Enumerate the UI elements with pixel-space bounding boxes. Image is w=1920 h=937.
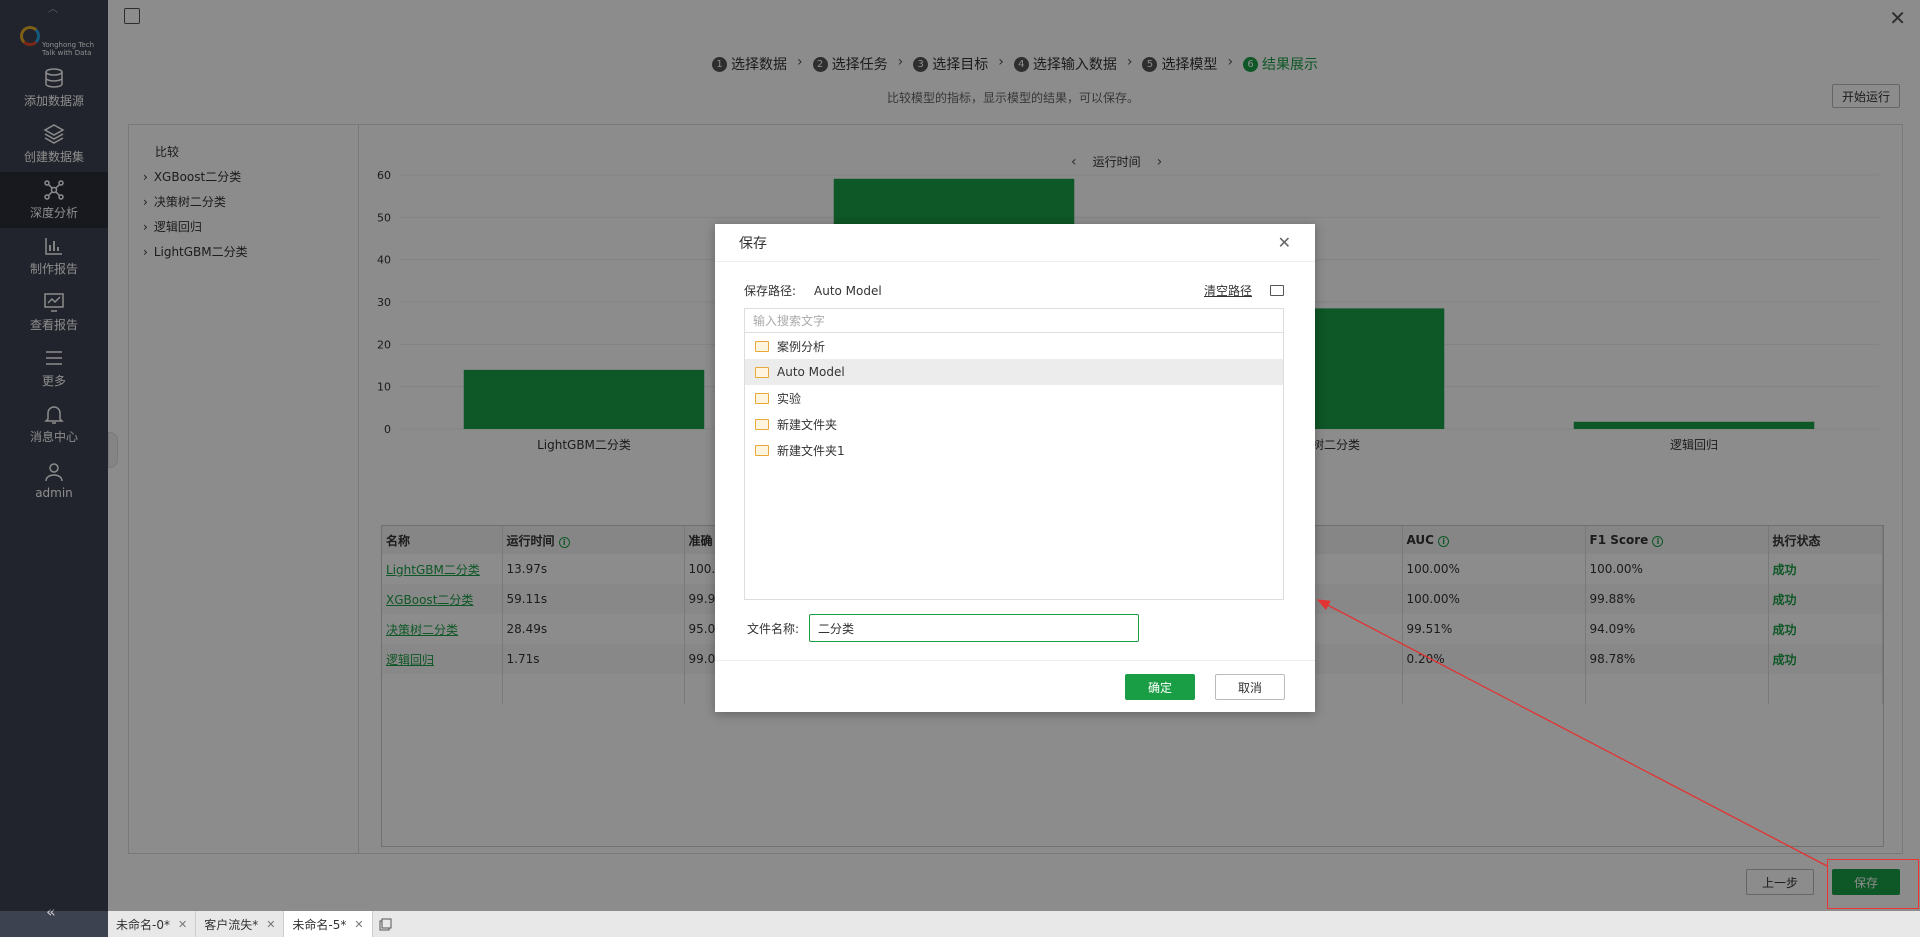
save-dialog: 保存 ✕ 保存路径: Auto Model 清空路径 输入搜索文字 案例分析 Au…	[715, 224, 1315, 712]
copy-tab-icon[interactable]	[373, 911, 399, 937]
dialog-footer: 确定 取消	[715, 660, 1315, 712]
cancel-button[interactable]: 取消	[1215, 674, 1285, 700]
folder-list: 输入搜索文字 案例分析 Auto Model 实验 新建文件夹 新建文件夹1	[744, 308, 1284, 600]
folder-icon	[755, 392, 769, 404]
annotation-highlight-box	[1827, 859, 1919, 909]
doc-tab[interactable]: 未命名-0* ✕	[108, 911, 197, 937]
close-tab-icon[interactable]: ✕	[354, 918, 363, 931]
folder-item[interactable]: 新建文件夹1	[745, 437, 1283, 463]
file-name-row: 文件名称:	[747, 614, 1140, 642]
new-folder-icon[interactable]	[1270, 285, 1284, 296]
doc-tab[interactable]: 未命名-5* ✕	[284, 911, 373, 937]
search-input[interactable]: 输入搜索文字	[745, 309, 1283, 333]
folder-icon	[755, 366, 769, 378]
document-tabs: 未命名-0* ✕ 客户流失* ✕ 未命名-5* ✕	[108, 911, 1920, 937]
close-tab-icon[interactable]: ✕	[266, 918, 275, 931]
file-name-label: 文件名称:	[747, 621, 800, 636]
save-path-label: 保存路径:	[744, 284, 797, 298]
folder-item[interactable]: Auto Model	[745, 359, 1283, 385]
file-name-input[interactable]	[809, 614, 1140, 642]
folder-item[interactable]: 实验	[745, 385, 1283, 411]
clear-path-link[interactable]: 清空路径	[1204, 282, 1252, 299]
close-icon[interactable]: ✕	[1278, 233, 1291, 252]
folder-item[interactable]: 新建文件夹	[745, 411, 1283, 437]
folder-icon	[755, 444, 769, 456]
folder-icon	[755, 340, 769, 352]
doc-tab[interactable]: 客户流失* ✕	[196, 911, 285, 937]
save-path-value: Auto Model	[814, 283, 882, 298]
dialog-header: 保存 ✕	[715, 224, 1315, 262]
save-path-row: 保存路径: Auto Model 清空路径	[744, 282, 1284, 299]
folder-item[interactable]: 案例分析	[745, 333, 1283, 359]
dialog-title: 保存	[739, 235, 767, 252]
close-tab-icon[interactable]: ✕	[178, 918, 187, 931]
confirm-button[interactable]: 确定	[1125, 674, 1195, 700]
folder-icon	[755, 418, 769, 430]
